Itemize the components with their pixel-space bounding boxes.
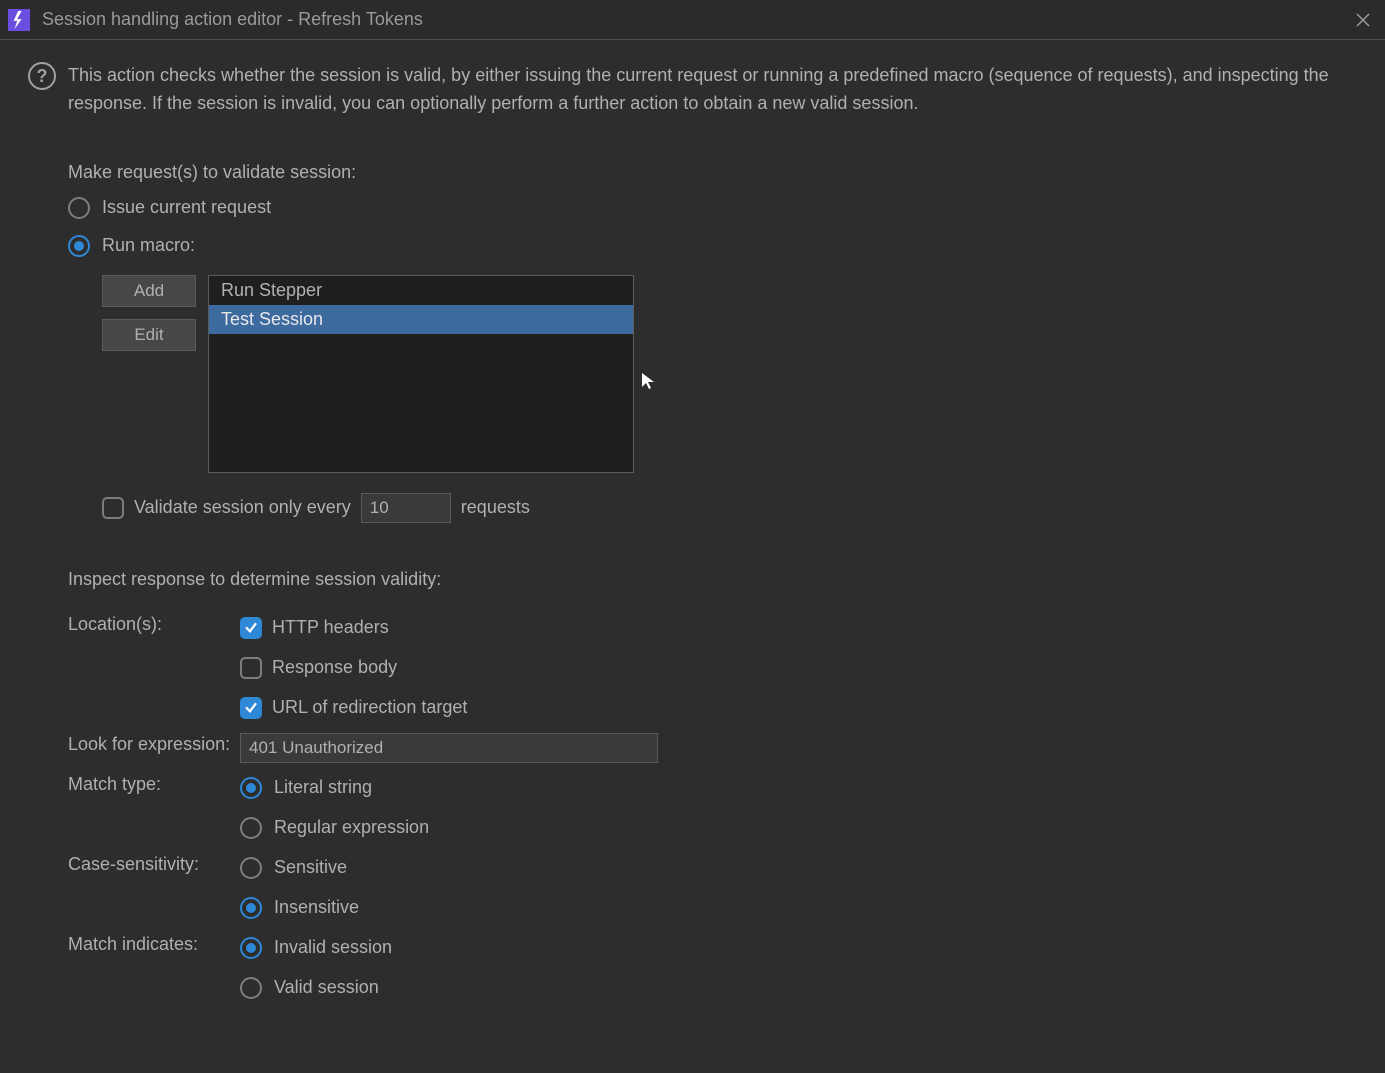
- match-type-label: Match type:: [68, 768, 240, 848]
- edit-button[interactable]: Edit: [102, 319, 196, 351]
- regex-radio[interactable]: [240, 817, 262, 839]
- http-headers-label: HTTP headers: [272, 617, 389, 638]
- sensitive-label: Sensitive: [274, 857, 347, 878]
- validate-heading: Make request(s) to validate session:: [68, 162, 1377, 183]
- invalid-label: Invalid session: [274, 937, 392, 958]
- http-headers-checkbox[interactable]: [240, 617, 262, 639]
- expression-label: Look for expression:: [68, 728, 240, 768]
- run-macro-label: Run macro:: [102, 235, 195, 256]
- sensitive-radio[interactable]: [240, 857, 262, 879]
- validate-every-suffix: requests: [461, 497, 530, 518]
- invalid-radio[interactable]: [240, 937, 262, 959]
- issue-current-radio[interactable]: [68, 197, 90, 219]
- add-button[interactable]: Add: [102, 275, 196, 307]
- literal-radio[interactable]: [240, 777, 262, 799]
- url-redirect-label: URL of redirection target: [272, 697, 467, 718]
- validate-every-input[interactable]: [361, 493, 451, 523]
- case-label: Case-sensitivity:: [68, 848, 240, 928]
- titlebar: Session handling action editor - Refresh…: [0, 0, 1385, 40]
- validate-every-prefix: Validate session only every: [134, 497, 351, 518]
- insensitive-radio[interactable]: [240, 897, 262, 919]
- app-icon: [8, 9, 30, 31]
- macro-item-0[interactable]: Run Stepper: [209, 276, 633, 305]
- locations-label: Location(s):: [68, 608, 240, 728]
- valid-radio[interactable]: [240, 977, 262, 999]
- validate-every-checkbox[interactable]: [102, 497, 124, 519]
- insensitive-label: Insensitive: [274, 897, 359, 918]
- expression-input[interactable]: [240, 733, 658, 763]
- inspect-heading: Inspect response to determine session va…: [68, 569, 1377, 590]
- editor-window: Session handling action editor - Refresh…: [0, 0, 1385, 1073]
- help-icon[interactable]: ?: [28, 62, 56, 90]
- response-body-label: Response body: [272, 657, 397, 678]
- response-body-checkbox[interactable]: [240, 657, 262, 679]
- close-button[interactable]: [1353, 10, 1373, 30]
- valid-label: Valid session: [274, 977, 379, 998]
- indicates-label: Match indicates:: [68, 928, 240, 1008]
- macro-item-1[interactable]: Test Session: [209, 305, 633, 334]
- literal-label: Literal string: [274, 777, 372, 798]
- window-title: Session handling action editor - Refresh…: [42, 9, 423, 30]
- issue-current-label: Issue current request: [102, 197, 271, 218]
- regex-label: Regular expression: [274, 817, 429, 838]
- url-redirect-checkbox[interactable]: [240, 697, 262, 719]
- run-macro-radio[interactable]: [68, 235, 90, 257]
- macro-list[interactable]: Run Stepper Test Session: [208, 275, 634, 473]
- description-text: This action checks whether the session i…: [68, 62, 1377, 118]
- content: ? This action checks whether the session…: [0, 40, 1385, 1008]
- cursor-icon: [641, 372, 655, 395]
